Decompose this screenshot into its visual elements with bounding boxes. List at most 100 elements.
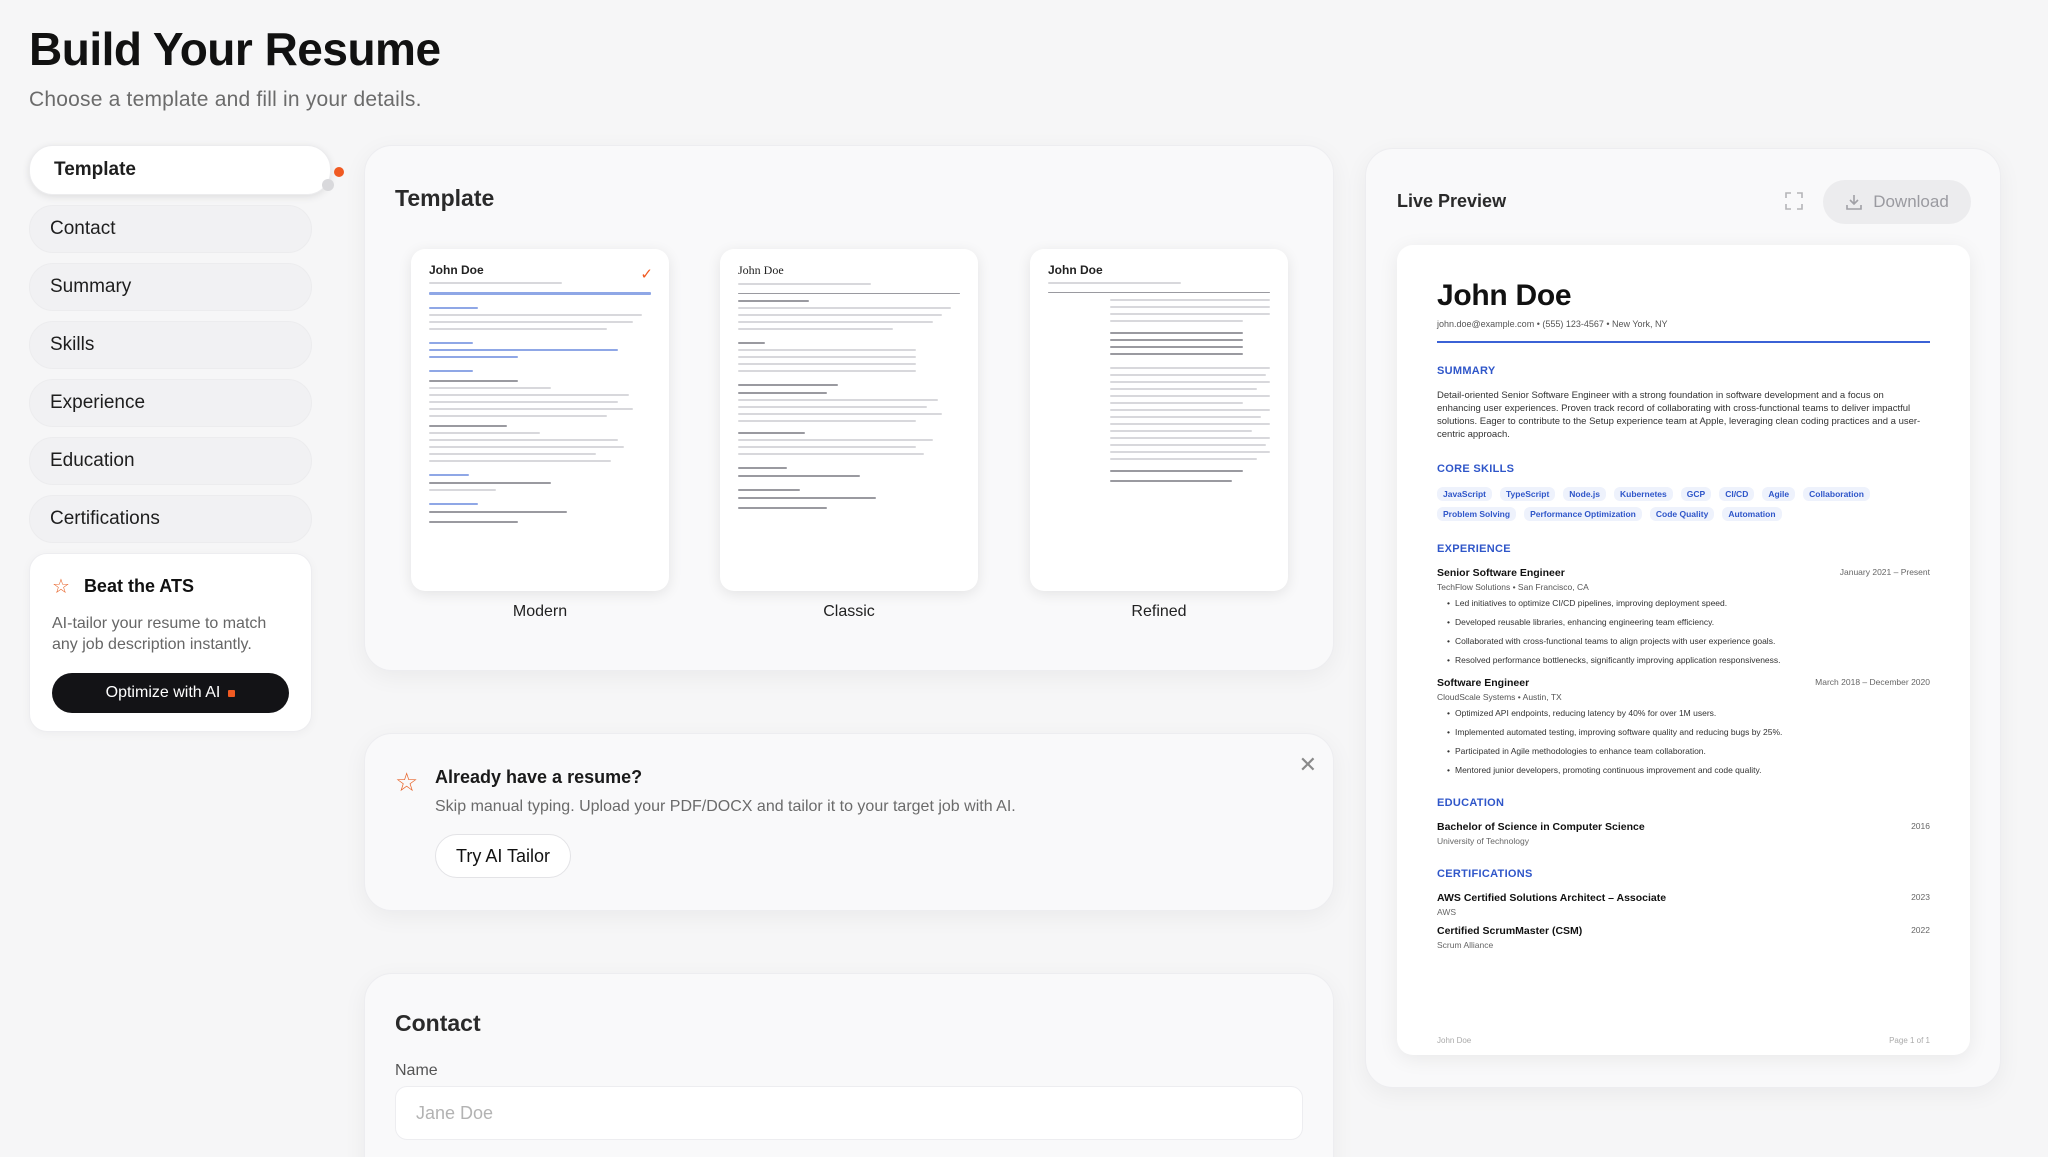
sidebar-item-label: Template <box>54 159 137 180</box>
resume-section-title: EXPERIENCE <box>1437 543 1511 555</box>
thumb-line <box>738 363 916 365</box>
thumb-line <box>738 406 927 408</box>
download-label: Download <box>1873 192 1949 211</box>
close-icon[interactable]: ✕ <box>1299 752 1317 778</box>
thumb-line <box>429 328 607 330</box>
sidebar-item-label: Skills <box>50 334 95 355</box>
download-button[interactable]: Download <box>1823 180 1971 224</box>
thumb-line <box>1110 416 1262 418</box>
sidebar-item-experience[interactable]: Experience <box>29 379 312 427</box>
sidebar-item-certifications[interactable]: Certifications <box>29 495 312 543</box>
resume-divider <box>1437 341 1930 343</box>
thumb-line <box>429 482 552 484</box>
certification-year: 2022 <box>1911 925 1930 935</box>
thumb-line <box>1110 470 1244 472</box>
section-title: Template <box>395 185 495 211</box>
job-bullet: Optimized API endpoints, reducing latenc… <box>1447 708 1930 718</box>
resume-section-title: CERTIFICATIONS <box>1437 868 1533 880</box>
thumb-line <box>738 300 810 302</box>
thumb-line <box>429 342 474 344</box>
job-date: January 2021 – Present <box>1839 567 1930 577</box>
template-thumbnail[interactable]: John Doe ✓ <box>411 249 669 591</box>
template-name: Classic <box>823 603 875 620</box>
expand-icon[interactable] <box>1785 192 1803 210</box>
thumb-line <box>429 453 596 455</box>
template-name: Refined <box>1131 603 1187 620</box>
thumb-line <box>429 321 634 323</box>
thumb-line <box>738 497 876 499</box>
thumb-line <box>738 453 925 455</box>
thumb-line <box>429 380 518 382</box>
drag-handle[interactable] <box>322 179 334 191</box>
contact-section: Contact Name <box>364 973 1334 1157</box>
thumb-line <box>1048 282 1182 284</box>
job-company: CloudScale Systems • Austin, TX <box>1437 692 1562 702</box>
download-icon <box>1846 195 1862 210</box>
thumb-line <box>1110 374 1266 376</box>
job-bullet: Collaborated with cross-functional teams… <box>1447 636 1930 646</box>
skill-tag: TypeScript <box>1500 487 1556 501</box>
thumb-line <box>429 387 552 389</box>
footer-page: Page 1 of 1 <box>1889 1036 1930 1045</box>
job-bullet: Led initiatives to optimize CI/CD pipeli… <box>1447 598 1930 608</box>
template-option-modern[interactable]: John Doe ✓ Modern <box>411 249 669 621</box>
name-field[interactable] <box>395 1086 1303 1140</box>
thumb-line <box>429 307 478 309</box>
skill-tag: Problem Solving <box>1437 507 1517 521</box>
try-ai-tailor-button[interactable]: Try AI Tailor <box>435 834 572 878</box>
template-thumbnail[interactable]: John Doe <box>1030 249 1288 591</box>
thumb-line <box>429 292 651 295</box>
upload-description: Skip manual typing. Upload your PDF/DOCX… <box>435 798 1016 815</box>
thumb-line <box>738 384 838 386</box>
template-option-refined[interactable]: John Doe Refined <box>1030 249 1288 621</box>
thumb-line <box>738 392 827 394</box>
thumb-line <box>1110 395 1270 397</box>
thumb-line <box>1110 306 1270 308</box>
sidebar-item-label: Contact <box>50 218 116 239</box>
thumb-line <box>429 503 478 505</box>
job-bullet: Mentored junior developers, promoting co… <box>1447 765 1930 775</box>
thumb-line <box>738 370 916 372</box>
thumb-line <box>429 425 507 427</box>
sidebar-item-skills[interactable]: Skills <box>29 321 312 369</box>
optimize-with-ai-button[interactable]: Optimize with AI <box>52 673 289 713</box>
certification-issuer: Scrum Alliance <box>1437 940 1494 950</box>
job-bullet: Participated in Agile methodologies to e… <box>1447 746 1930 756</box>
thumb-line <box>429 401 618 403</box>
thumb-line <box>1110 367 1270 369</box>
thumb-line <box>1110 437 1270 439</box>
sidebar-item-template[interactable]: Template <box>29 145 344 195</box>
thumbnail-name: John Doe <box>1048 263 1103 277</box>
thumb-line <box>738 507 827 509</box>
template-option-classic[interactable]: John Doe Classic <box>720 249 978 621</box>
sidebar: Template Contact Summary Skills Experien… <box>29 145 344 732</box>
ai-badge-icon <box>228 689 236 697</box>
sidebar-item-education[interactable]: Education <box>29 437 312 485</box>
thumb-line <box>429 349 618 351</box>
section-title: Contact <box>395 1010 481 1036</box>
footer-name: John Doe <box>1437 1036 1472 1045</box>
job-company: TechFlow Solutions • San Francisco, CA <box>1437 582 1589 592</box>
skill-tag: Performance Optimization <box>1524 507 1642 521</box>
resume-section-title: CORE SKILLS <box>1437 463 1515 475</box>
thumb-line <box>738 342 765 344</box>
skills-list: JavaScript TypeScript Node.js Kubernetes… <box>1437 487 1930 521</box>
thumb-line <box>1110 480 1233 482</box>
sidebar-item-summary[interactable]: Summary <box>29 263 312 311</box>
resume-section-title: EDUCATION <box>1437 797 1505 809</box>
thumb-line <box>429 282 563 284</box>
education-year: 2016 <box>1911 821 1930 831</box>
thumb-line <box>738 432 805 434</box>
sidebar-item-label: Education <box>50 450 135 471</box>
thumb-line <box>1110 402 1244 404</box>
sidebar-item-contact[interactable]: Contact <box>29 205 312 253</box>
template-thumbnail[interactable]: John Doe <box>720 249 978 591</box>
thumb-line <box>429 439 618 441</box>
ats-description: AI-tailor your resume to match any job d… <box>52 615 267 653</box>
skill-tag: GCP <box>1680 487 1712 501</box>
template-section: Template John Doe ✓ Modern John Doe Clas… <box>364 145 1334 671</box>
upload-title: Already have a resume? <box>435 767 643 787</box>
thumb-line <box>429 446 625 448</box>
thumb-line <box>1110 346 1244 348</box>
resume-summary: Detail-oriented Senior Software Engineer… <box>1437 390 1921 440</box>
